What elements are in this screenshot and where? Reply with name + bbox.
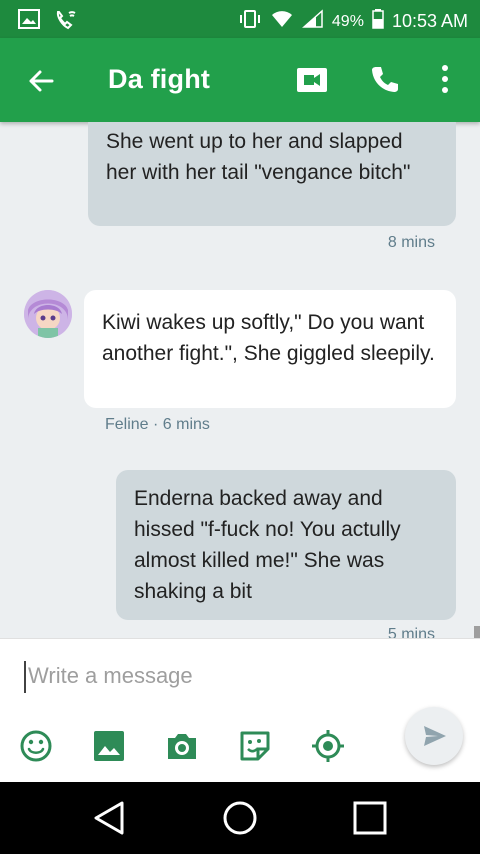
wifi-call-icon <box>54 9 78 36</box>
message-bubble-incoming[interactable]: Kiwi wakes up softly," Do you want anoth… <box>84 290 456 408</box>
battery-percent: 49% <box>331 12 364 30</box>
message-bubble-outgoing[interactable]: Enderna backed away and hissed "f-fuck n… <box>116 470 456 620</box>
sticker-icon[interactable] <box>238 729 272 763</box>
conversation-title: Da fight <box>108 64 211 94</box>
message-timestamp: 5 mins <box>387 626 435 638</box>
message-bubble-outgoing[interactable]: She went up to her and slapped her with … <box>88 122 456 226</box>
message-list[interactable]: She went up to her and slapped her with … <box>0 122 480 638</box>
nav-back-icon[interactable] <box>92 800 126 841</box>
message-sender-timestamp: Feline · 6 mins <box>105 416 210 433</box>
avatar[interactable] <box>24 290 72 338</box>
status-time: 10:53 AM <box>391 11 468 31</box>
camera-icon[interactable] <box>165 729 199 763</box>
more-vert-icon[interactable] <box>440 64 450 99</box>
signal-icon <box>301 9 324 34</box>
scrollbar[interactable] <box>474 626 480 638</box>
nav-home-icon[interactable] <box>222 800 258 841</box>
vibrate-icon <box>238 9 262 34</box>
app-bar: Da fight <box>0 38 480 122</box>
status-bar: 49% 10:53 AM <box>0 0 480 38</box>
location-icon[interactable] <box>311 729 345 763</box>
system-nav-bar <box>0 782 480 854</box>
video-call-icon[interactable] <box>296 66 328 99</box>
wifi-icon <box>270 9 294 34</box>
phone-icon[interactable] <box>370 64 400 99</box>
message-timestamp: 8 mins <box>387 234 435 251</box>
message-input[interactable]: Write a message <box>24 661 404 693</box>
send-button[interactable] <box>405 707 463 765</box>
gallery-notification-icon <box>18 9 40 36</box>
message-composer: Write a message <box>0 638 480 782</box>
image-icon[interactable] <box>92 729 126 763</box>
battery-icon <box>372 9 384 34</box>
nav-recents-icon[interactable] <box>352 800 388 841</box>
emoji-icon[interactable] <box>19 729 53 763</box>
back-arrow-icon[interactable] <box>26 66 56 96</box>
